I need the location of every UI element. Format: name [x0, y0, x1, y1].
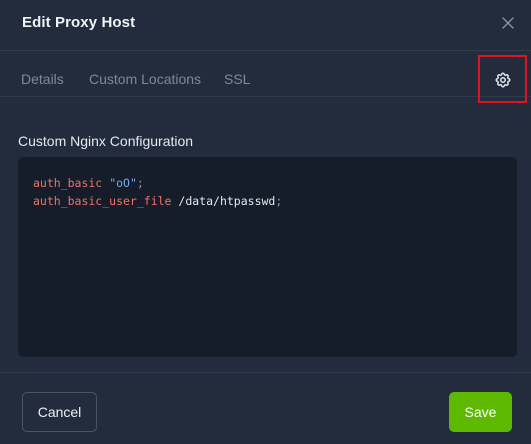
code-token: auth_basic_user_file [33, 194, 172, 208]
modal-title: Edit Proxy Host [22, 14, 136, 31]
close-icon[interactable] [499, 14, 517, 32]
code-token: ; [275, 194, 283, 208]
modal-header: Edit Proxy Host [0, 0, 531, 51]
tab-custom-locations[interactable]: Custom Locations [89, 71, 201, 87]
code-token: auth_basic [33, 176, 103, 190]
code-line: auth_basic_user_file /data/htpasswd; [33, 192, 502, 210]
tab-ssl[interactable]: SSL [224, 71, 250, 87]
edit-proxy-host-modal: Edit Proxy Host Details Custom Locations… [0, 0, 531, 444]
nginx-config-editor[interactable]: auth_basic "oO"; auth_basic_user_file /da… [18, 157, 517, 357]
tab-details[interactable]: Details [21, 71, 64, 87]
gear-icon [494, 71, 512, 89]
advanced-tab-panel: Custom Nginx Configuration auth_basic "o… [0, 97, 531, 373]
custom-nginx-config-label: Custom Nginx Configuration [18, 133, 194, 149]
code-token: ; [136, 176, 144, 190]
code-line: auth_basic "oO"; [33, 174, 502, 192]
tab-bar: Details Custom Locations SSL [0, 51, 531, 103]
tab-advanced[interactable] [478, 55, 527, 103]
cancel-button[interactable]: Cancel [22, 392, 97, 432]
save-button[interactable]: Save [449, 392, 512, 432]
modal-footer: Cancel Save [0, 373, 531, 444]
code-token: "oO" [109, 176, 137, 190]
code-token: /data/htpasswd [171, 194, 276, 208]
